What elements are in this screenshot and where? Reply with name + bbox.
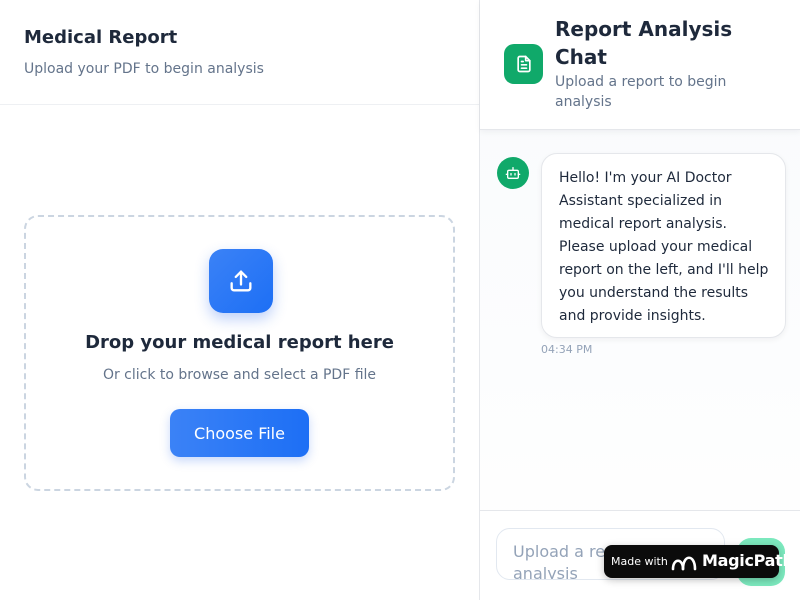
upload-panel-header: Medical Report Upload your PDF to begin … <box>0 0 480 105</box>
made-with-label: Made with <box>611 555 668 568</box>
panel-title: Medical Report <box>24 27 178 48</box>
dropzone-subtitle: Or click to browse and select a PDF file <box>102 367 377 383</box>
file-dropzone[interactable]: Drop your medical report here Or click t… <box>24 215 455 491</box>
chat-title: Report Analysis Chat <box>555 17 733 69</box>
assistant-message: Hello! I'm your AI Doctor Assistant spec… <box>541 153 786 338</box>
message-timestamp: 04:34 PM <box>541 343 593 356</box>
made-with-badge[interactable]: Made with MagicPath <box>604 545 794 578</box>
chat-subtitle: Upload a report to begin analysis <box>555 74 727 110</box>
magicpath-logo-icon <box>671 556 697 571</box>
choose-file-button[interactable]: Choose File <box>170 409 309 457</box>
panel-subtitle: Upload your PDF to begin analysis <box>24 61 264 77</box>
chat-panel: Report Analysis Chat Upload a report to … <box>479 0 800 600</box>
document-icon <box>504 44 543 84</box>
magicpath-brand: MagicPath <box>702 551 794 570</box>
dropzone-title: Drop your medical report here <box>85 332 394 353</box>
robot-icon <box>497 157 529 189</box>
upload-panel: Medical Report Upload your PDF to begin … <box>0 0 480 600</box>
upload-icon <box>209 249 273 313</box>
chat-header: Report Analysis Chat Upload a report to … <box>480 0 800 130</box>
